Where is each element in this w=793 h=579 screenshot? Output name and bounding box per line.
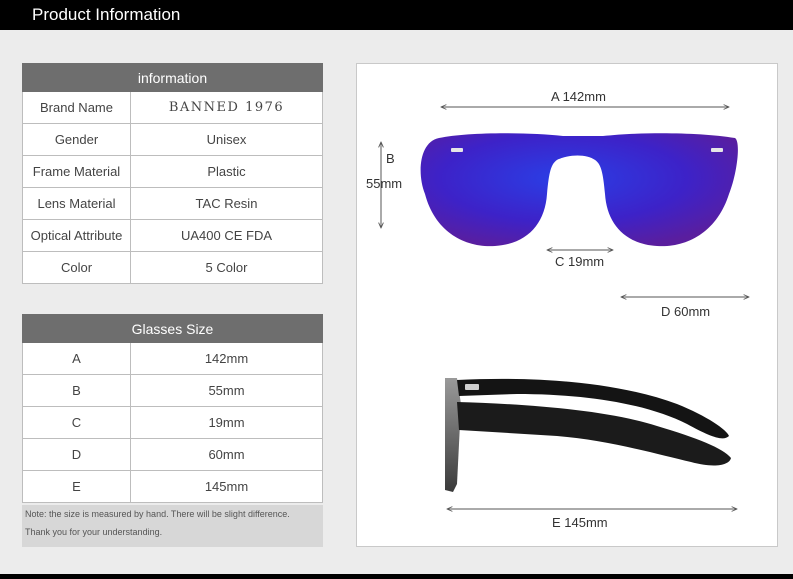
- dimension-b-label: B: [386, 151, 395, 166]
- dimension-e-label: E 145mm: [552, 515, 608, 530]
- row-value: UA400 CE FDA: [130, 219, 323, 252]
- glasses-side-icon: [445, 378, 731, 492]
- header-bar: Product Information: [0, 0, 793, 30]
- size-table: Glasses Size A 142mm B 55mm C 19mm D 60m…: [22, 314, 323, 503]
- row-value: 142mm: [130, 342, 323, 375]
- row-value: Plastic: [130, 155, 323, 188]
- row-value: BANNED 1976: [130, 91, 323, 124]
- footer-bar: [0, 574, 793, 579]
- table-row: D 60mm: [22, 438, 323, 471]
- note-line-1: Note: the size is measured by hand. Ther…: [25, 509, 290, 519]
- dimension-a-label: A 142mm: [551, 89, 606, 104]
- row-label: Brand Name: [22, 91, 131, 124]
- row-value: 145mm: [130, 470, 323, 503]
- table-row: Color 5 Color: [22, 251, 323, 284]
- info-table: information Brand Name BANNED 1976 Gende…: [22, 63, 323, 284]
- size-table-title: Glasses Size: [22, 314, 323, 343]
- table-row: Optical Attribute UA400 CE FDA: [22, 219, 323, 252]
- info-table-title: information: [22, 63, 323, 92]
- row-value: 60mm: [130, 438, 323, 471]
- table-row: C 19mm: [22, 406, 323, 439]
- row-label: Color: [22, 251, 131, 284]
- measurement-note: Note: the size is measured by hand. Ther…: [22, 505, 323, 547]
- row-label: Frame Material: [22, 155, 131, 188]
- table-row: Frame Material Plastic: [22, 155, 323, 188]
- row-value: TAC Resin: [130, 187, 323, 220]
- row-value: 19mm: [130, 406, 323, 439]
- table-row: Lens Material TAC Resin: [22, 187, 323, 220]
- row-value: 55mm: [130, 374, 323, 407]
- row-label: D: [22, 438, 131, 471]
- diagram-drawing: [357, 64, 777, 546]
- row-label: B: [22, 374, 131, 407]
- table-row: Brand Name BANNED 1976: [22, 91, 323, 124]
- glasses-front-icon: [420, 133, 738, 247]
- row-label: Lens Material: [22, 187, 131, 220]
- row-label: Optical Attribute: [22, 219, 131, 252]
- row-value: Unisex: [130, 123, 323, 156]
- dimension-c-label: C 19mm: [555, 254, 605, 269]
- table-row: Gender Unisex: [22, 123, 323, 156]
- page-title: Product Information: [32, 5, 181, 24]
- table-row: E 145mm: [22, 470, 323, 503]
- row-label: C: [22, 406, 131, 439]
- row-label: A: [22, 342, 131, 375]
- dimension-b-value: 55mm: [366, 176, 403, 191]
- row-label: Gender: [22, 123, 131, 156]
- row-value: 5 Color: [130, 251, 323, 284]
- table-row: A 142mm: [22, 342, 323, 375]
- note-line-2: Thank you for your understanding.: [25, 527, 163, 537]
- dimension-diagram: A 142mm B 55mm C 19mm D 60mm E 145mm: [356, 63, 778, 547]
- dimension-d-label: D 60mm: [661, 304, 711, 319]
- row-label: E: [22, 470, 131, 503]
- table-row: B 55mm: [22, 374, 323, 407]
